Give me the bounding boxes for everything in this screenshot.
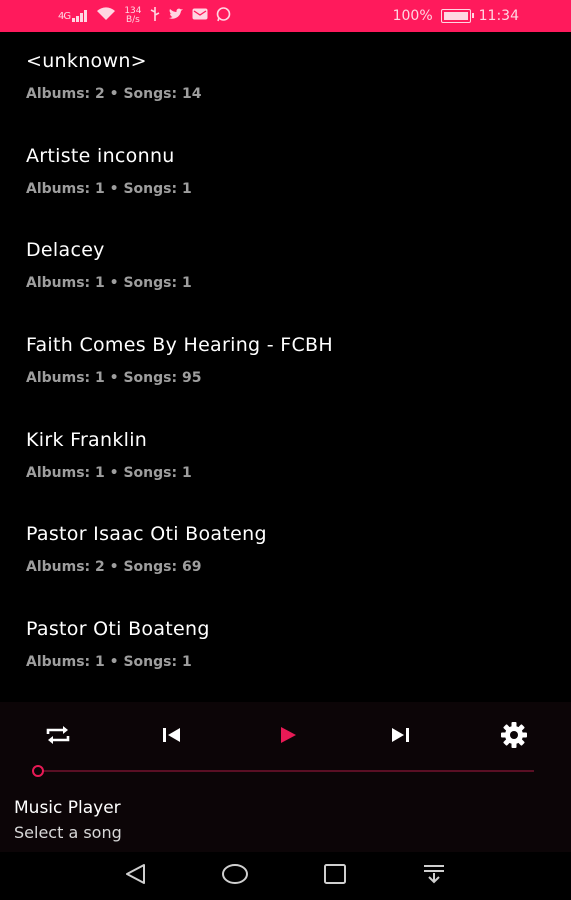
next-icon [389,726,411,748]
status-right: 100% 11:34 [393,8,519,24]
twitter-icon [168,8,184,25]
back-button[interactable] [116,858,156,894]
artist-meta: Albums: 1 • Songs: 1 [26,654,192,671]
recents-icon [322,862,348,890]
artist-meta: Albums: 2 • Songs: 69 [26,559,202,576]
artist-row[interactable]: Faith Comes By Hearing - FCBH Albums: 1 … [0,316,571,411]
mail-icon [192,8,208,24]
seek-bar[interactable] [38,770,534,772]
repeat-button[interactable] [36,712,80,762]
artist-row[interactable]: Pastor Oti Boateng Albums: 1 • Songs: 1 [0,600,571,695]
artist-row[interactable]: Artiste inconnu Albums: 1 • Songs: 1 [0,127,571,222]
artist-name: Artiste inconnu [26,144,175,167]
artist-row[interactable]: <unknown> Albums: 2 • Songs: 14 [0,32,571,127]
speed-unit: B/s [125,15,140,25]
seek-thumb[interactable] [32,765,44,777]
previous-button[interactable] [150,712,194,762]
artist-meta: Albums: 1 • Songs: 1 [26,464,192,481]
notification-pull-button[interactable] [414,858,454,894]
status-bar: 4G 134 B/s 100% 11:34 [0,0,571,32]
status-left-icons: 4G 134 B/s [58,7,231,26]
artist-list[interactable]: <unknown> Albums: 2 • Songs: 14 Artiste … [0,32,571,702]
artist-meta: Albums: 1 • Songs: 1 [26,275,192,292]
repeat-icon [44,724,72,750]
usb-icon [150,7,160,25]
signal-label: 4G [58,11,71,22]
artist-name: <unknown> [26,50,147,72]
mini-player: Music Player Select a song [0,702,571,852]
artist-name: Delacey [26,239,105,262]
player-controls [0,712,571,762]
next-button[interactable] [378,712,422,762]
home-button[interactable] [215,858,255,894]
artist-row[interactable]: Pastor Isaac Oti Boateng Albums: 2 • Son… [0,505,571,600]
artist-meta: Albums: 1 • Songs: 95 [26,370,202,387]
wifi-icon [96,7,116,25]
signal-icon: 4G [58,10,88,22]
artist-name: Pastor Oti Boateng [26,618,210,641]
home-icon [221,862,249,890]
play-icon [277,725,299,749]
artist-name: Faith Comes By Hearing - FCBH [26,334,333,357]
artist-meta: Albums: 1 • Songs: 1 [26,180,192,197]
previous-icon [161,726,183,748]
artist-name: Pastor Isaac Oti Boateng [26,523,267,546]
recents-button[interactable] [315,858,355,894]
network-speed: 134 B/s [124,7,141,25]
clock: 11:34 [478,8,519,24]
back-icon [123,862,149,890]
settings-button[interactable] [492,712,536,762]
artist-row[interactable]: Kirk Franklin Albums: 1 • Songs: 1 [0,411,571,506]
settings-icon [499,720,529,754]
whatsapp-icon [216,6,231,26]
play-button[interactable] [266,712,310,762]
battery-icon [440,9,474,23]
navigation-bar [0,852,571,900]
artist-meta: Albums: 2 • Songs: 14 [26,86,202,102]
track-subtitle: Select a song [14,823,122,842]
battery-percent: 100% [392,8,433,24]
artist-row[interactable]: Delacey Albums: 1 • Songs: 1 [0,221,571,316]
track-title: Music Player [14,798,121,818]
notification-pull-icon [421,862,447,890]
artist-name: Kirk Franklin [26,428,148,451]
